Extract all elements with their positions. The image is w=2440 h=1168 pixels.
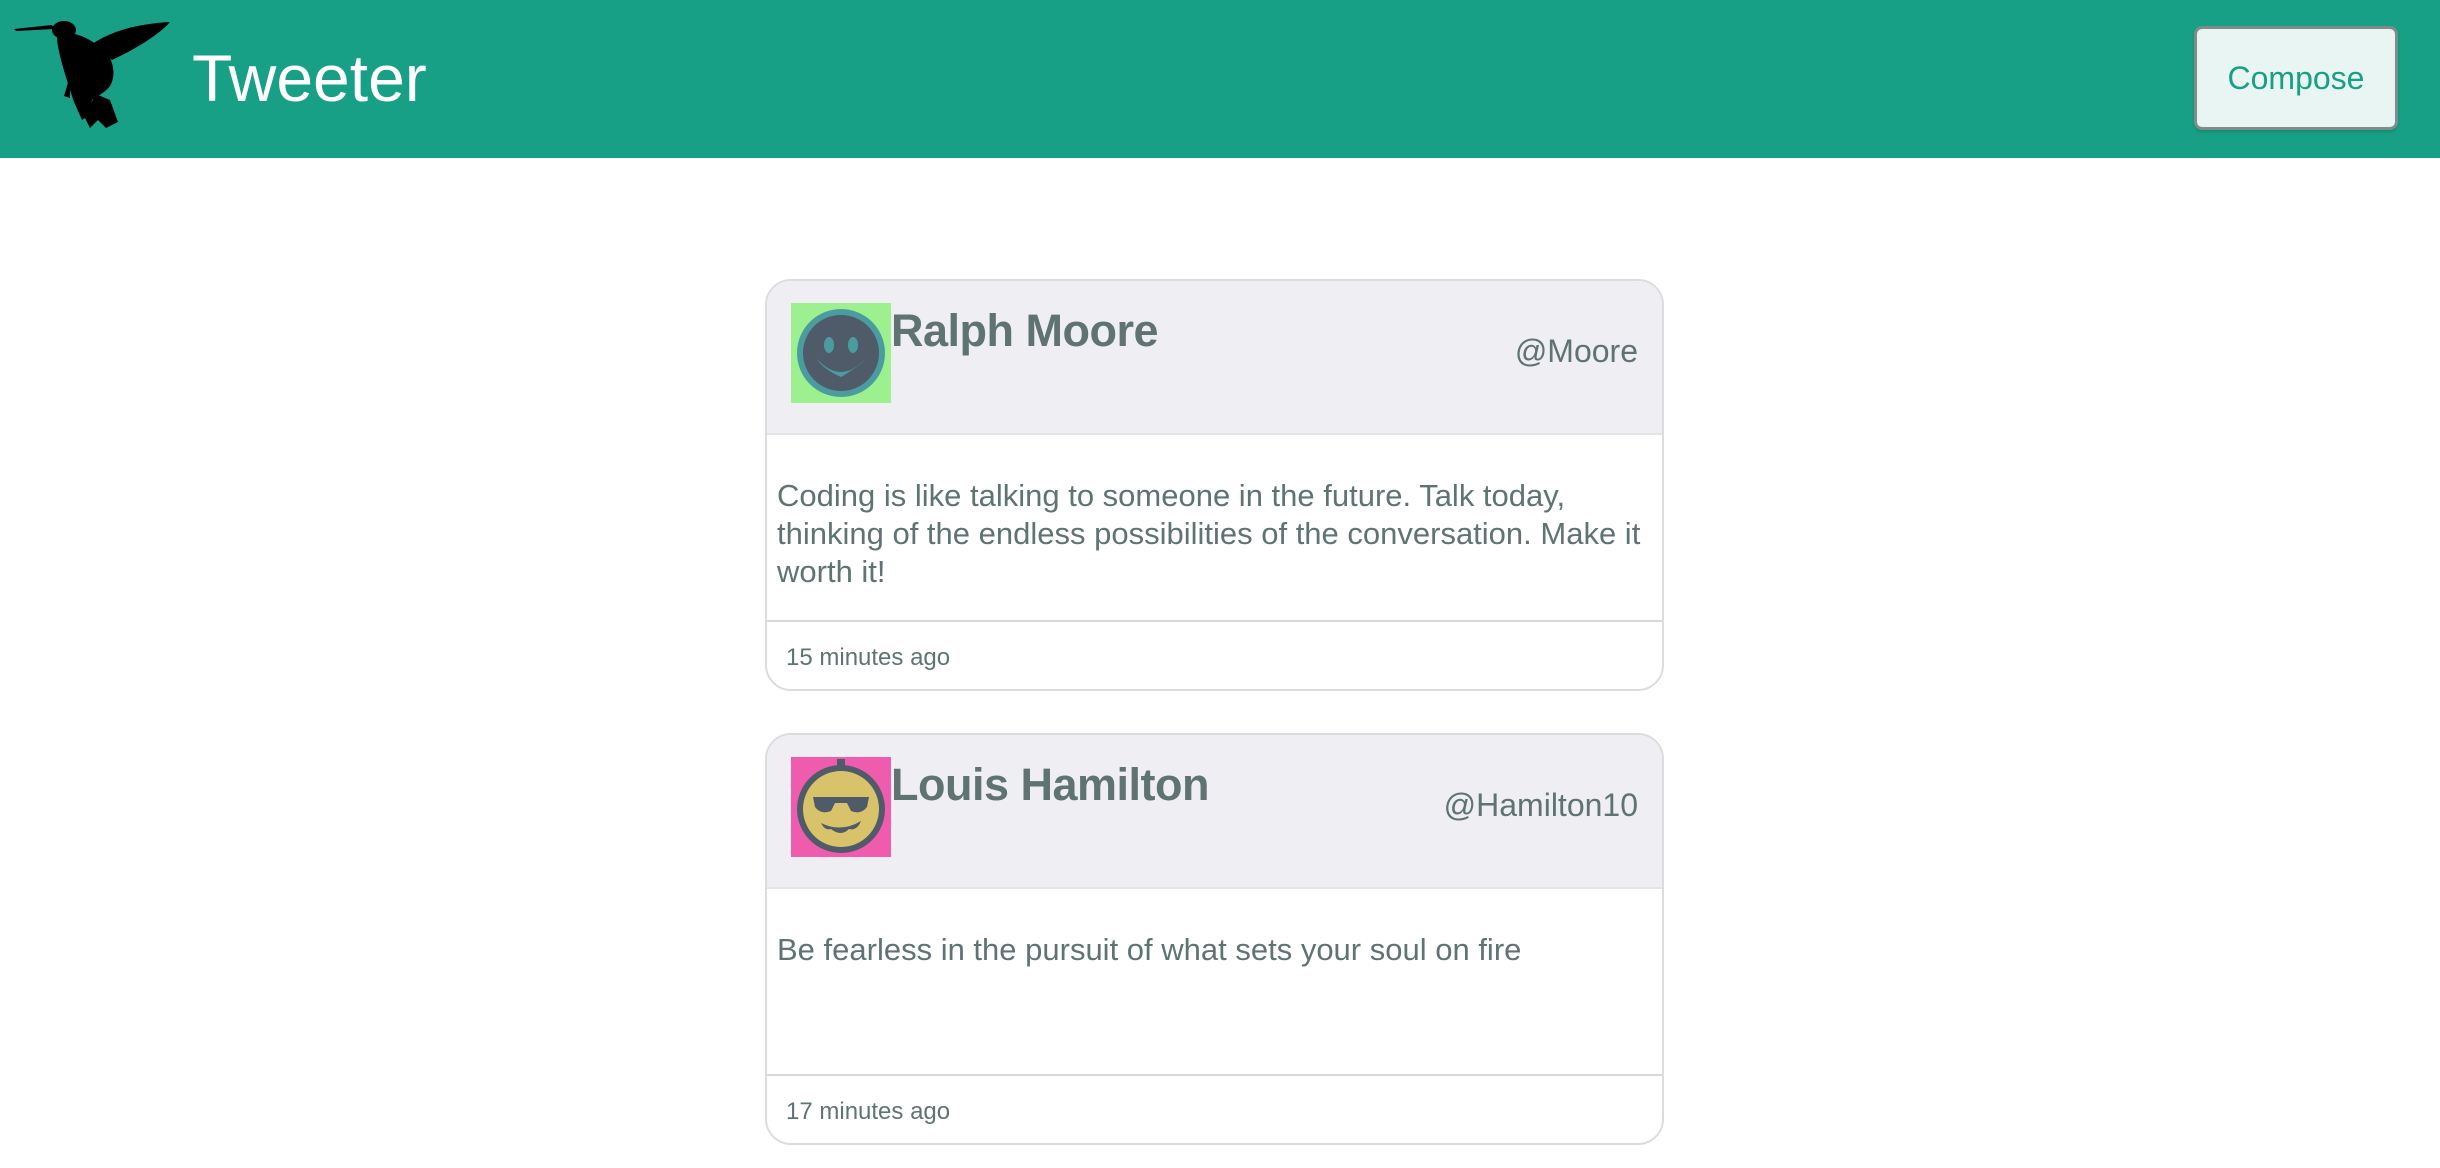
smiley-face-icon — [791, 303, 891, 403]
sunglasses-face-icon — [791, 757, 891, 857]
tweet-card: Ralph Moore @Moore Coding is like talkin… — [765, 279, 1664, 691]
tweet-header: Ralph Moore @Moore — [767, 281, 1662, 435]
compose-button[interactable]: Compose — [2194, 26, 2398, 130]
tweet-text: Coding is like talking to someone in the… — [777, 478, 1641, 589]
tweet-header: Louis Hamilton @Hamilton10 — [767, 735, 1662, 889]
tweet-footer: 15 minutes ago — [767, 620, 1662, 689]
top-navbar: Tweeter Compose — [0, 0, 2440, 158]
tweet-timestamp: 17 minutes ago — [786, 1098, 951, 1125]
user-name[interactable]: Ralph Moore — [891, 301, 1159, 361]
user-handle[interactable]: @Moore — [1515, 329, 1638, 373]
tweet-text: Be fearless in the pursuit of what sets … — [777, 932, 1522, 967]
tweet-footer: 17 minutes ago — [767, 1074, 1662, 1143]
user-handle[interactable]: @Hamilton10 — [1444, 783, 1638, 827]
user-name[interactable]: Louis Hamilton — [891, 755, 1210, 815]
hummingbird-icon[interactable] — [14, 16, 174, 132]
tweet-timestamp: 15 minutes ago — [786, 644, 951, 671]
app-title: Tweeter — [192, 41, 427, 115]
tweet-card: Louis Hamilton @Hamilton10 Be fearless i… — [765, 733, 1664, 1145]
